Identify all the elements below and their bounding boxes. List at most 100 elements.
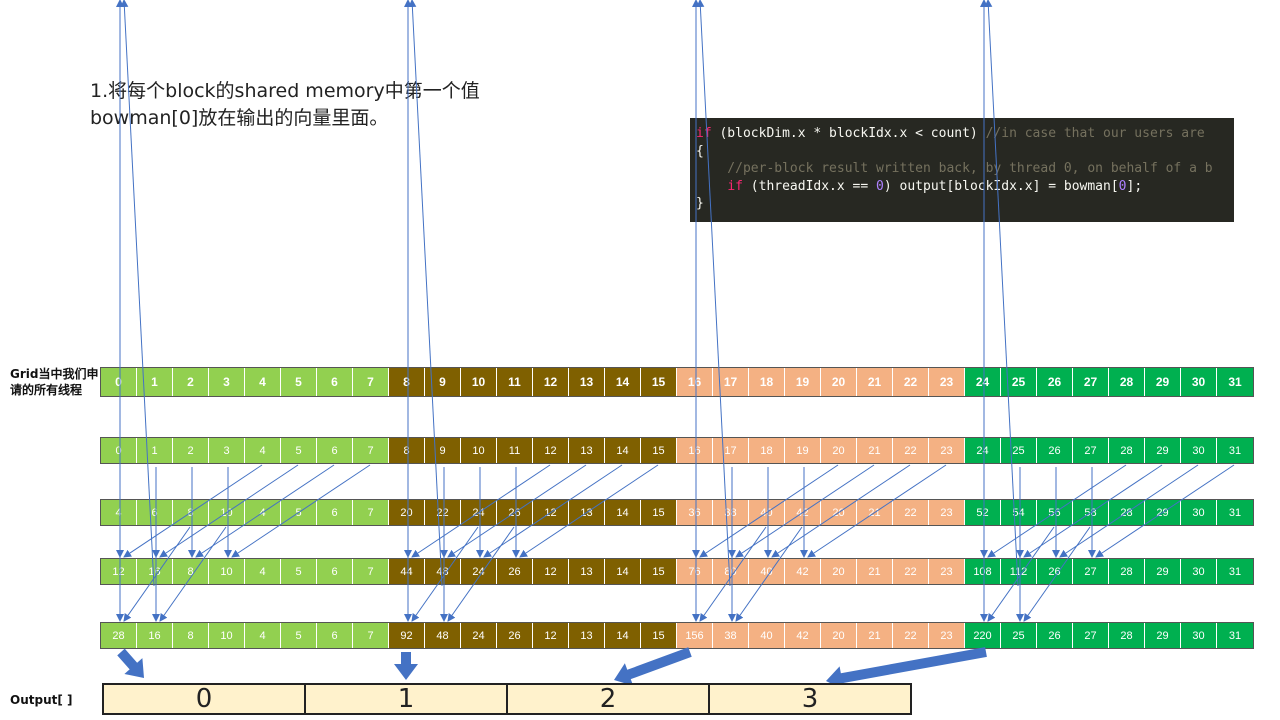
thread-cell: 26 bbox=[1037, 438, 1073, 463]
code-keyword-2: if bbox=[727, 178, 743, 194]
thread-cell: 8 bbox=[389, 368, 425, 396]
thread-cell: 8 bbox=[173, 500, 209, 525]
thread-cell: 76 bbox=[677, 559, 713, 584]
thread-cell: 56 bbox=[1037, 500, 1073, 525]
thread-cell: 9 bbox=[425, 438, 461, 463]
thread-cell: 14 bbox=[605, 500, 641, 525]
thread-cell: 26 bbox=[497, 500, 533, 525]
output-cell: 2 bbox=[508, 684, 710, 714]
thread-cell: 10 bbox=[209, 623, 245, 648]
thread-cell: 16 bbox=[677, 438, 713, 463]
thread-cell: 21 bbox=[857, 623, 893, 648]
thread-cell: 12 bbox=[533, 623, 569, 648]
thread-cell: 27 bbox=[1073, 559, 1109, 584]
thread-cell: 1 bbox=[137, 438, 173, 463]
thread-cell: 58 bbox=[1073, 500, 1109, 525]
output-label: Output[ ] bbox=[10, 693, 73, 707]
thread-cell: 28 bbox=[101, 623, 137, 648]
thread-cell: 29 bbox=[1145, 438, 1181, 463]
thread-cell: 112 bbox=[1001, 559, 1037, 584]
thread-cell: 7 bbox=[353, 368, 389, 396]
output-vector: 012 3 bbox=[102, 683, 912, 715]
thread-cell: 18 bbox=[749, 368, 785, 396]
thread-cell: 15 bbox=[641, 623, 677, 648]
thread-cell: 14 bbox=[605, 438, 641, 463]
thread-cell: 26 bbox=[497, 559, 533, 584]
thread-cell: 8 bbox=[173, 623, 209, 648]
thread-cell: 4 bbox=[245, 500, 281, 525]
thread-cell: 156 bbox=[677, 623, 713, 648]
thread-cell: 8 bbox=[389, 438, 425, 463]
thread-cell: 17 bbox=[713, 368, 749, 396]
thread-cell: 23 bbox=[929, 623, 965, 648]
thread-cell: 38 bbox=[713, 500, 749, 525]
thread-cell: 28 bbox=[1109, 438, 1145, 463]
thread-cell: 16 bbox=[137, 559, 173, 584]
thread-cell: 28 bbox=[1109, 559, 1145, 584]
thread-cell: 30 bbox=[1181, 559, 1217, 584]
thread-cell: 6 bbox=[317, 368, 353, 396]
thread-cell: 40 bbox=[749, 500, 785, 525]
code-comment-1: //in case that our users are bbox=[985, 126, 1205, 141]
thread-cell: 25 bbox=[1001, 623, 1037, 648]
thread-cell: 52 bbox=[965, 500, 1001, 525]
thread-cell: 13 bbox=[569, 368, 605, 396]
thread-cell: 29 bbox=[1145, 623, 1181, 648]
thread-cell: 29 bbox=[1145, 559, 1181, 584]
thread-cell: 42 bbox=[785, 623, 821, 648]
thread-cell: 40 bbox=[749, 559, 785, 584]
thread-cell: 54 bbox=[1001, 500, 1037, 525]
thread-cell: 6 bbox=[317, 559, 353, 584]
code-number-2: 0 bbox=[1118, 178, 1127, 194]
thread-cell: 13 bbox=[569, 500, 605, 525]
code-line-5: } bbox=[696, 196, 704, 211]
thread-cell: 3 bbox=[209, 438, 245, 463]
thread-cell: 14 bbox=[605, 368, 641, 396]
thread-cell: 5 bbox=[281, 500, 317, 525]
thread-cell: 3 bbox=[209, 368, 245, 396]
thread-cell: 20 bbox=[821, 500, 857, 525]
thread-cell: 7 bbox=[353, 623, 389, 648]
thread-cell: 10 bbox=[461, 368, 497, 396]
thread-cell: 21 bbox=[857, 438, 893, 463]
title-line-1: 1.将每个block的shared memory中第一个值 bbox=[90, 80, 480, 102]
thread-cell: 23 bbox=[929, 559, 965, 584]
thread-cell: 220 bbox=[965, 623, 1001, 648]
thread-cell: 38 bbox=[713, 623, 749, 648]
thread-cell: 31 bbox=[1217, 623, 1253, 648]
code-line-2: { bbox=[696, 143, 704, 159]
thread-cell: 12 bbox=[533, 559, 569, 584]
thread-cell: 22 bbox=[893, 368, 929, 396]
thread-cell: 4 bbox=[245, 559, 281, 584]
reduction-row-3: 12 16 8 10 4 5 6 7 44 48 24 26 12 13 14 15 76 80 40 42 20 21 2… bbox=[100, 558, 1254, 585]
thread-cell: 26 bbox=[497, 623, 533, 648]
thread-cell: 25 bbox=[1001, 368, 1037, 396]
thread-cell: 5 bbox=[281, 368, 317, 396]
thread-cell: 27 bbox=[1073, 368, 1109, 396]
grid-label: Grid当中我们申请的所有线程 bbox=[10, 367, 99, 397]
thread-cell: 31 bbox=[1217, 368, 1253, 396]
thread-cell: 23 bbox=[929, 500, 965, 525]
code-number-1: 0 bbox=[876, 178, 884, 194]
thread-cell: 14 bbox=[605, 623, 641, 648]
thread-cell: 40 bbox=[749, 623, 785, 648]
thread-cell: 25 bbox=[1001, 438, 1037, 463]
thread-cell: 31 bbox=[1217, 559, 1253, 584]
thread-cell: 12 bbox=[533, 500, 569, 525]
thread-cell: 4 bbox=[245, 623, 281, 648]
thread-cell: 36 bbox=[677, 500, 713, 525]
thread-cell: 1 bbox=[137, 368, 173, 396]
thread-cell: 0 bbox=[101, 368, 137, 396]
thread-cell: 30 bbox=[1181, 438, 1217, 463]
thread-cell: 31 bbox=[1217, 438, 1253, 463]
thread-cell: 15 bbox=[641, 500, 677, 525]
thread-cell: 14 bbox=[605, 559, 641, 584]
thread-cell: 48 bbox=[425, 559, 461, 584]
thread-cell: 28 bbox=[1109, 623, 1145, 648]
thread-cell: 29 bbox=[1145, 368, 1181, 396]
thread-cell: 42 bbox=[785, 559, 821, 584]
thread-cell: 27 bbox=[1073, 438, 1109, 463]
title-line-2: bowman[0]放在输出的向量里面。 bbox=[90, 107, 389, 129]
thread-cell: 6 bbox=[317, 623, 353, 648]
